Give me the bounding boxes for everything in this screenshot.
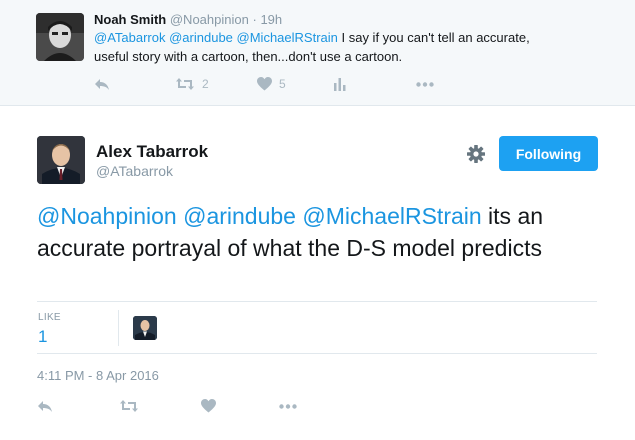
main-tweet-text: @Noahpinion @arindube @MichaelRStrain it… — [37, 200, 597, 264]
tweet-stats: LIKE 1 — [37, 301, 597, 354]
reply-icon — [95, 79, 109, 90]
retweet-count: 2 — [202, 77, 209, 91]
parent-text-line2: useful story with a cartoon, then...don'… — [94, 49, 403, 64]
reply-icon — [38, 401, 52, 412]
retweet-icon — [176, 78, 194, 90]
retweet-button[interactable]: 2 — [175, 74, 209, 94]
like-heart-icon — [257, 77, 272, 91]
retweet-button[interactable] — [119, 396, 139, 416]
mention-link[interactable]: @Noahpinion — [37, 203, 177, 229]
alex-tabarrok-avatar[interactable] — [37, 136, 85, 184]
like-button[interactable] — [201, 396, 216, 416]
parent-separator: · — [252, 12, 257, 27]
parent-tweet[interactable]: Noah Smith @Noahpinion · 19h @ATabarrok … — [0, 0, 635, 106]
parent-handle[interactable]: @Noahpinion — [170, 12, 249, 27]
analytics-icon — [334, 77, 346, 91]
following-button[interactable]: Following — [499, 136, 598, 171]
mention-link[interactable]: @MichaelRStrain — [237, 30, 338, 45]
author-name[interactable]: Alex Tabarrok — [96, 142, 208, 162]
parent-actions: 2 5 — [94, 74, 494, 94]
main-actions — [37, 396, 437, 416]
like-count: 5 — [279, 77, 286, 91]
more-button[interactable] — [416, 74, 434, 94]
mention-link[interactable]: @arindube — [169, 30, 233, 45]
mention-link[interactable]: @MichaelRStrain — [302, 203, 481, 229]
mention-link[interactable]: @arindube — [183, 203, 296, 229]
liker-avatar[interactable] — [133, 316, 157, 340]
more-button[interactable] — [279, 396, 297, 416]
more-dots-icon — [279, 403, 297, 409]
stats-divider — [118, 310, 119, 346]
parent-author-name[interactable]: Noah Smith — [94, 12, 166, 27]
noah-smith-avatar[interactable] — [36, 13, 84, 61]
parent-tweet-text: @ATabarrok @arindube @MichaelRStrain I s… — [94, 28, 594, 66]
more-dots-icon — [416, 81, 434, 87]
reply-button[interactable] — [37, 396, 53, 416]
retweet-icon — [120, 400, 138, 412]
author-handle[interactable]: @ATabarrok — [96, 163, 173, 179]
parent-header: Noah Smith @Noahpinion · 19h — [94, 12, 282, 27]
reply-button[interactable] — [94, 74, 110, 94]
like-stat-count[interactable]: 1 — [38, 327, 47, 347]
parent-time[interactable]: 19h — [260, 12, 282, 27]
mention-link[interactable]: @ATabarrok — [94, 30, 165, 45]
like-stat-label[interactable]: LIKE — [38, 312, 61, 323]
analytics-button[interactable] — [334, 74, 346, 94]
like-button[interactable]: 5 — [257, 74, 286, 94]
parent-text-line1: I say if you can't tell an accurate, — [337, 30, 530, 45]
like-heart-icon — [201, 399, 216, 413]
gear-icon — [467, 145, 485, 163]
tweet-timestamp[interactable]: 4:11 PM - 8 Apr 2016 — [37, 368, 159, 383]
settings-button[interactable] — [466, 144, 486, 164]
